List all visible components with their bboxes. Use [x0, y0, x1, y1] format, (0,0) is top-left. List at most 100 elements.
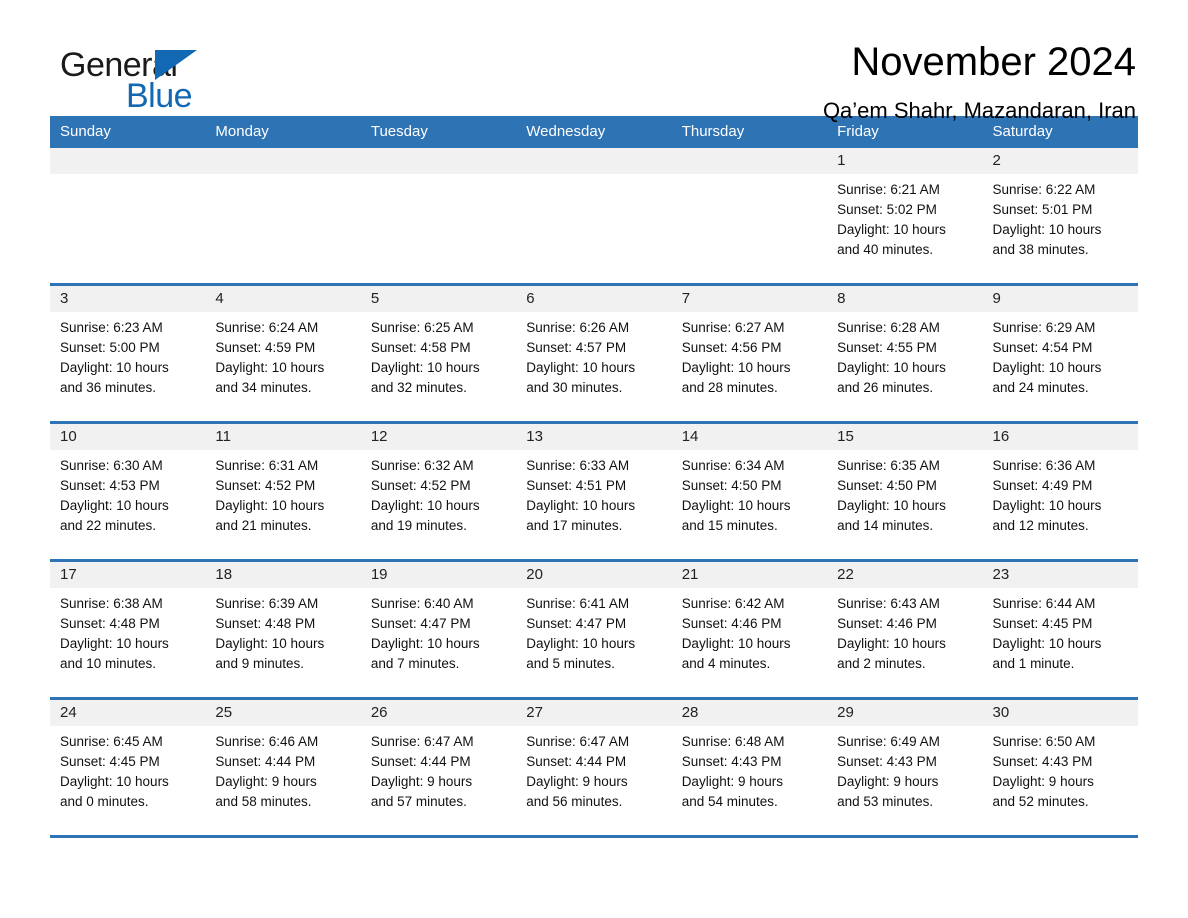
day-details: Sunrise: 6:43 AM Sunset: 4:46 PM Daylight:…: [827, 588, 982, 674]
sunset-text: Sunset: 4:50 PM: [681, 478, 782, 493]
daylight-text-line2: and 22 minutes.: [60, 518, 157, 533]
sunset-text: Sunset: 4:43 PM: [837, 754, 937, 769]
day-cell[interactable]: 19 Sunrise: 6:40 AM Sunset: 4:47 PM Dayligh…: [360, 559, 517, 699]
sunset-text: Sunset: 4:58 PM: [370, 340, 471, 355]
day-number: 24: [50, 700, 206, 726]
sunrise-text: Sunrise: 6:49 AM: [837, 734, 940, 749]
day-cell[interactable]: 1 Sunrise: 6:21 AM Sunset: 5:02 PM Daylight…: [827, 148, 983, 285]
sunrise-text: Sunrise: 6:45 AM: [60, 734, 163, 749]
sunrise-text: Sunrise: 6:24 AM: [215, 320, 319, 335]
logo-text-blue: Blue: [126, 77, 193, 115]
sunrise-text: Sunrise: 6:22 AM: [992, 182, 1096, 197]
day-cell[interactable]: 13 Sunrise: 6:33 AM Sunset: 4:51 PM Dayligh…: [516, 421, 672, 561]
sunset-text: Sunset: 4:51 PM: [526, 478, 627, 493]
day-number: 14: [671, 424, 828, 450]
day-cell[interactable]: 20 Sunrise: 6:41 AM Sunset: 4:47 PM Dayligh…: [516, 559, 672, 699]
day-number: [50, 148, 206, 174]
day-cell[interactable]: 23 Sunrise: 6:44 AM Sunset: 4:45 PM Dayligh…: [982, 559, 1138, 699]
daylight-text-line2: and 19 minutes.: [370, 518, 467, 533]
day-cell[interactable]: 15 Sunrise: 6:35 AM Sunset: 4:50 PM Dayligh…: [827, 421, 983, 561]
day-cell[interactable]: 18 Sunrise: 6:39 AM Sunset: 4:48 PM Dayligh…: [205, 559, 361, 699]
day-details: Sunrise: 6:30 AM Sunset: 4:53 PM Daylight:…: [50, 450, 205, 536]
day-cell[interactable]: 17 Sunrise: 6:38 AM Sunset: 4:48 PM Dayligh…: [50, 559, 206, 699]
day-cell[interactable]: 4 Sunrise: 6:24 AM Sunset: 4:59 PM Daylight…: [205, 283, 361, 423]
weekday-header-thursday: Thursday: [671, 116, 828, 148]
sunset-text: Sunset: 4:57 PM: [526, 340, 627, 355]
sunset-text: Sunset: 4:49 PM: [992, 478, 1093, 493]
calendar-page: General Blue November 2024 Qa’em Shahr, …: [0, 0, 1188, 918]
daylight-text-line2: and 28 minutes.: [681, 380, 778, 395]
sunset-text: Sunset: 4:44 PM: [526, 754, 627, 769]
sunset-text: Sunset: 4:53 PM: [60, 478, 160, 493]
sunrise-text: Sunrise: 6:40 AM: [370, 596, 474, 611]
day-cell[interactable]: 6 Sunrise: 6:26 AM Sunset: 4:57 PM Daylight…: [516, 283, 672, 423]
day-cell[interactable]: 11 Sunrise: 6:31 AM Sunset: 4:52 PM Dayligh…: [205, 421, 361, 561]
day-cell[interactable]: 26 Sunrise: 6:47 AM Sunset: 4:44 PM Dayligh…: [360, 697, 517, 838]
sunrise-text: Sunrise: 6:29 AM: [992, 320, 1096, 335]
daylight-text-line2: and 52 minutes.: [992, 794, 1089, 809]
day-cell[interactable]: 10 Sunrise: 6:30 AM Sunset: 4:53 PM Dayligh…: [50, 421, 206, 561]
day-number: 25: [205, 700, 361, 726]
daylight-text-line1: Daylight: 10 hours: [992, 636, 1102, 651]
day-number: 15: [827, 424, 983, 450]
sunrise-text: Sunrise: 6:34 AM: [681, 458, 785, 473]
sunrise-text: Sunrise: 6:43 AM: [837, 596, 940, 611]
daylight-text-line1: Daylight: 10 hours: [681, 498, 791, 513]
weekday-header-monday: Monday: [205, 116, 361, 148]
daylight-text-line1: Daylight: 10 hours: [837, 636, 946, 651]
sunrise-text: Sunrise: 6:23 AM: [60, 320, 163, 335]
day-cell[interactable]: 22 Sunrise: 6:43 AM Sunset: 4:46 PM Dayligh…: [827, 559, 983, 699]
day-details: Sunrise: 6:23 AM Sunset: 5:00 PM Daylight:…: [50, 312, 205, 398]
day-cell[interactable]: 28 Sunrise: 6:48 AM Sunset: 4:43 PM Dayligh…: [671, 697, 828, 838]
day-cell[interactable]: 14 Sunrise: 6:34 AM Sunset: 4:50 PM Dayligh…: [671, 421, 828, 561]
day-cell[interactable]: 21 Sunrise: 6:42 AM Sunset: 4:46 PM Dayligh…: [671, 559, 828, 699]
daylight-text-line1: Daylight: 10 hours: [370, 636, 480, 651]
sunrise-text: Sunrise: 6:27 AM: [681, 320, 785, 335]
daylight-text-line2: and 36 minutes.: [60, 380, 157, 395]
day-details: Sunrise: 6:47 AM Sunset: 4:44 PM Daylight:…: [516, 726, 671, 812]
daylight-text-line2: and 34 minutes.: [215, 380, 312, 395]
generalblue-logo[interactable]: General Blue: [50, 38, 300, 113]
day-cell[interactable]: 29 Sunrise: 6:49 AM Sunset: 4:43 PM Dayligh…: [827, 697, 983, 838]
day-cell[interactable]: 27 Sunrise: 6:47 AM Sunset: 4:44 PM Dayligh…: [516, 697, 672, 838]
day-details: Sunrise: 6:41 AM Sunset: 4:47 PM Daylight:…: [516, 588, 671, 674]
sunrise-text: Sunrise: 6:36 AM: [992, 458, 1096, 473]
day-cell[interactable]: 3 Sunrise: 6:23 AM Sunset: 5:00 PM Daylight…: [50, 283, 206, 423]
sunrise-text: Sunrise: 6:32 AM: [370, 458, 474, 473]
day-number: 30: [982, 700, 1138, 726]
sunrise-text: Sunrise: 6:31 AM: [215, 458, 319, 473]
daylight-text-line2: and 0 minutes.: [60, 794, 149, 809]
daylight-text-line1: Daylight: 10 hours: [60, 360, 169, 375]
day-number: [360, 148, 517, 174]
day-cell[interactable]: 5 Sunrise: 6:25 AM Sunset: 4:58 PM Daylight…: [360, 283, 517, 423]
day-number: 5: [360, 286, 517, 312]
day-details: Sunrise: 6:32 AM Sunset: 4:52 PM Daylight:…: [361, 450, 516, 536]
daylight-text-line1: Daylight: 9 hours: [526, 774, 628, 789]
day-details: Sunrise: 6:38 AM Sunset: 4:48 PM Daylight:…: [50, 588, 205, 674]
day-cell[interactable]: 12 Sunrise: 6:32 AM Sunset: 4:52 PM Dayligh…: [360, 421, 517, 561]
sunrise-text: Sunrise: 6:25 AM: [370, 320, 474, 335]
title-block: November 2024 Qa’em Shahr, Mazandaran, I…: [823, 38, 1138, 126]
day-cell[interactable]: 25 Sunrise: 6:46 AM Sunset: 4:44 PM Dayligh…: [205, 697, 361, 838]
day-details: Sunrise: 6:34 AM Sunset: 4:50 PM Daylight:…: [672, 450, 827, 536]
day-cell[interactable]: 8 Sunrise: 6:28 AM Sunset: 4:55 PM Daylight…: [827, 283, 983, 423]
day-cell[interactable]: 24 Sunrise: 6:45 AM Sunset: 4:45 PM Dayligh…: [50, 697, 206, 838]
daylight-text-line1: Daylight: 10 hours: [992, 498, 1102, 513]
day-cell[interactable]: 30 Sunrise: 6:50 AM Sunset: 4:43 PM Dayligh…: [982, 697, 1138, 838]
day-cell[interactable]: 16 Sunrise: 6:36 AM Sunset: 4:49 PM Dayligh…: [982, 421, 1138, 561]
weekday-header-sunday: Sunday: [50, 116, 206, 148]
daylight-text-line1: Daylight: 10 hours: [215, 360, 325, 375]
sunrise-text: Sunrise: 6:42 AM: [681, 596, 785, 611]
sunset-text: Sunset: 4:43 PM: [992, 754, 1093, 769]
sunset-text: Sunset: 5:00 PM: [60, 340, 160, 355]
daylight-text-line1: Daylight: 9 hours: [681, 774, 783, 789]
sunset-text: Sunset: 4:45 PM: [992, 616, 1093, 631]
daylight-text-line2: and 54 minutes.: [681, 794, 778, 809]
daylight-text-line2: and 57 minutes.: [370, 794, 467, 809]
day-cell[interactable]: 2 Sunrise: 6:22 AM Sunset: 5:01 PM Daylight…: [982, 148, 1138, 285]
sunrise-text: Sunrise: 6:30 AM: [60, 458, 163, 473]
day-cell[interactable]: 9 Sunrise: 6:29 AM Sunset: 4:54 PM Daylight…: [982, 283, 1138, 423]
day-cell[interactable]: 7 Sunrise: 6:27 AM Sunset: 4:56 PM Daylight…: [671, 283, 828, 423]
sunset-text: Sunset: 4:50 PM: [837, 478, 937, 493]
daylight-text-line1: Daylight: 9 hours: [837, 774, 939, 789]
